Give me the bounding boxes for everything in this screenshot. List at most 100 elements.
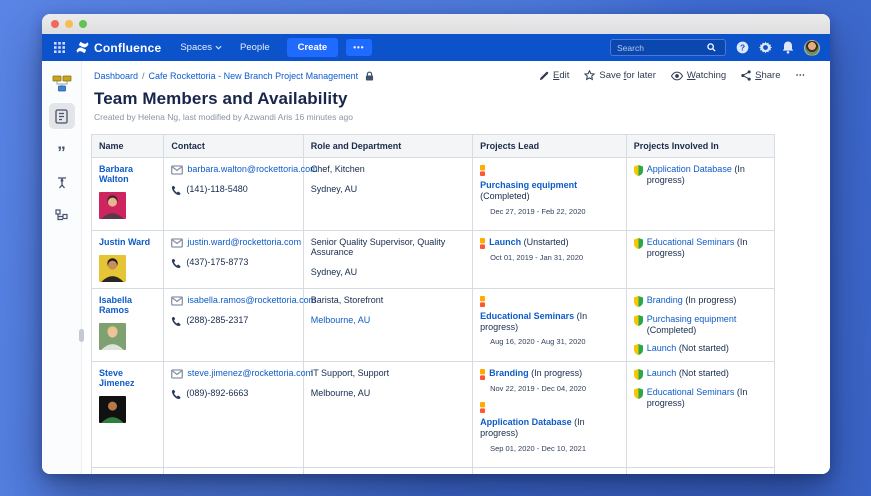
- member-name-link[interactable]: Steve Jimenez: [99, 368, 135, 388]
- share-button[interactable]: Share: [741, 70, 780, 81]
- member-role: Senior Quality Supervisor, Quality Assur…: [311, 237, 465, 257]
- restrictions-lock-icon[interactable]: [365, 71, 374, 81]
- shield-icon: [634, 344, 643, 355]
- shield-icon: [634, 369, 643, 380]
- watching-button[interactable]: Watching: [671, 70, 726, 81]
- shield-icon: [634, 238, 643, 249]
- status-traffic-icon: [480, 369, 485, 380]
- project-link[interactable]: Launch: [489, 237, 521, 247]
- search-box[interactable]: [610, 39, 726, 56]
- status-traffic-icon: [480, 402, 485, 413]
- col-role: Role and Department: [303, 135, 472, 158]
- breadcrumb: Dashboard / Cafe Rockettoria - New Branc…: [94, 71, 374, 81]
- minimize-window-button[interactable]: [65, 20, 73, 28]
- email-icon: [171, 296, 183, 306]
- project-link[interactable]: Branding: [489, 368, 529, 378]
- breadcrumb-space[interactable]: Cafe Rockettoria - New Branch Project Ma…: [149, 71, 359, 81]
- sidebar-page-tree-icon[interactable]: [49, 202, 75, 228]
- space-sidebar: ”: [42, 61, 82, 474]
- member-name-link[interactable]: Justin Ward: [99, 237, 150, 247]
- member-name-link[interactable]: Isabella Ramos: [99, 295, 132, 315]
- email-link[interactable]: isabella.ramos@rockettoria.com: [187, 295, 316, 305]
- phone-number: (288)-285-2317: [186, 315, 248, 325]
- member-photo: [99, 323, 126, 350]
- sidebar-blog-icon[interactable]: ”: [49, 136, 75, 162]
- project-link[interactable]: Launch: [647, 343, 677, 353]
- team-table: Name Contact Role and Department Project…: [91, 134, 775, 474]
- space-logo-icon[interactable]: [49, 70, 75, 96]
- project-link[interactable]: Hiring: [647, 474, 671, 475]
- app-window: Confluence Spaces People Create ••• ?: [42, 14, 830, 474]
- member-location: Sydney, AU: [311, 267, 465, 277]
- member-role: Chef, Kitchen: [311, 164, 465, 174]
- member-role: Principal Brand Administrator, Marketing: [311, 474, 465, 475]
- email-link[interactable]: bob.dunn@rockettoria.com: [187, 474, 295, 475]
- shield-icon: [634, 165, 643, 176]
- edit-button[interactable]: Edit: [539, 70, 569, 81]
- confluence-logo-icon: [76, 41, 89, 54]
- member-name-link[interactable]: Bob Dunn: [99, 474, 142, 475]
- email-link[interactable]: steve.jimenez@rockettoria.com: [187, 368, 313, 378]
- email-link[interactable]: justin.ward@rockettoria.com: [187, 237, 301, 247]
- member-name-link[interactable]: Barbara Walton: [99, 164, 133, 184]
- confluence-logo[interactable]: Confluence: [70, 41, 169, 55]
- status-traffic-icon: [480, 165, 485, 176]
- breadcrumb-dashboard[interactable]: Dashboard: [94, 71, 138, 81]
- nav-people[interactable]: People: [233, 38, 277, 57]
- sidebar-resize-grip[interactable]: [79, 329, 84, 342]
- member-photo: [99, 396, 126, 423]
- close-window-button[interactable]: [51, 20, 59, 28]
- table-row: Steve Jimenez steve.jimenez@rockettoria.…: [92, 362, 775, 468]
- chevron-down-icon: [215, 45, 222, 50]
- create-button[interactable]: Create: [287, 38, 339, 57]
- project-link[interactable]: Application Database: [480, 417, 572, 427]
- maximize-window-button[interactable]: [79, 20, 87, 28]
- sidebar-pages-icon[interactable]: [49, 103, 75, 129]
- status-traffic-icon: [480, 296, 485, 307]
- col-contact: Contact: [164, 135, 303, 158]
- project-link[interactable]: Hiring: [489, 474, 515, 475]
- top-navbar: Confluence Spaces People Create ••• ?: [42, 34, 830, 61]
- status-traffic-icon: [480, 238, 485, 249]
- more-actions-button[interactable]: ⋯: [796, 70, 807, 81]
- phone-number: (141)-118-5480: [186, 184, 247, 194]
- create-more-button[interactable]: •••: [346, 39, 371, 56]
- project-link[interactable]: Educational Seminars: [647, 237, 735, 247]
- shield-icon: [634, 388, 643, 399]
- member-role: Barista, Storefront: [311, 295, 465, 305]
- project-dates: Sep 01, 2020 - Dec 10, 2021: [490, 444, 619, 453]
- nav-spaces[interactable]: Spaces: [173, 38, 229, 57]
- email-link[interactable]: barbara.walton@rockettoria.com: [187, 164, 317, 174]
- member-role: IT Support, Support: [311, 368, 465, 378]
- member-location: Sydney, AU: [311, 184, 465, 194]
- member-photo: [99, 255, 126, 282]
- sidebar-shortcuts-icon[interactable]: [49, 169, 75, 195]
- member-location: Melbourne, AU: [311, 388, 465, 398]
- page-main: Dashboard / Cafe Rockettoria - New Branc…: [82, 61, 830, 474]
- settings-gear-icon[interactable]: [758, 41, 772, 55]
- help-icon[interactable]: ?: [735, 41, 749, 55]
- notifications-bell-icon[interactable]: [781, 41, 795, 55]
- table-row: Barbara Walton barbara.walton@rockettori…: [92, 158, 775, 231]
- pencil-icon: [539, 71, 549, 81]
- project-link[interactable]: Launch: [647, 368, 677, 378]
- search-input[interactable]: [617, 43, 707, 53]
- project-link[interactable]: Educational Seminars: [647, 387, 735, 397]
- app-switcher-grid-icon[interactable]: [52, 41, 66, 55]
- window-titlebar: [42, 14, 830, 34]
- page-title: Team Members and Availability: [94, 89, 806, 109]
- table-row: Justin Ward justin.ward@rockettoria.com …: [92, 230, 775, 288]
- project-link[interactable]: Branding: [647, 295, 683, 305]
- search-icon: [707, 43, 716, 52]
- user-avatar[interactable]: [804, 40, 820, 56]
- project-link[interactable]: Purchasing equipment: [480, 180, 577, 190]
- page-actions: Edit Save for later Watching Share: [539, 70, 806, 81]
- project-link[interactable]: Purchasing equipment: [647, 314, 737, 324]
- project-link[interactable]: Educational Seminars: [480, 311, 574, 321]
- project-dates: Oct 01, 2019 - Jan 31, 2020: [490, 253, 619, 262]
- project-link[interactable]: Application Database: [647, 164, 732, 174]
- table-row: Bob Dunn bob.dunn@rockettoria.com (494)-…: [92, 467, 775, 474]
- member-location-link[interactable]: Melbourne, AU: [311, 315, 371, 325]
- save-for-later-button[interactable]: Save for later: [584, 70, 656, 81]
- page-byline: Created by Helena Ng, last modified by A…: [94, 112, 806, 122]
